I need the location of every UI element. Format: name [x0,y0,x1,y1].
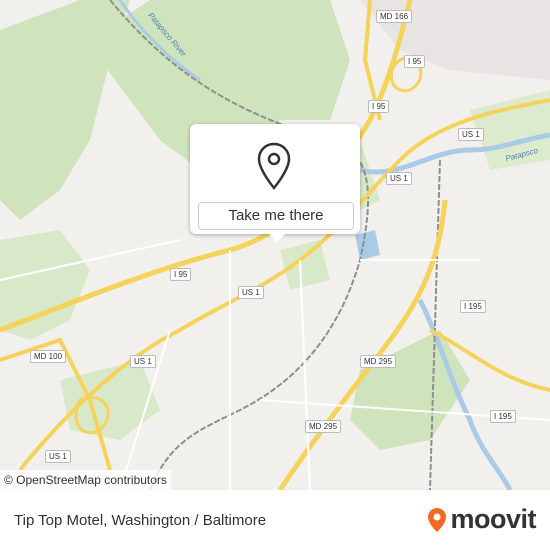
road-shield-md295: MD 295 [360,355,397,368]
location-popup: Take me there [190,124,360,242]
map-canvas[interactable]: MD 166 I 95 I 95 US 1 I 95 US 1 US 1 MD … [0,0,550,490]
park-area [0,0,130,220]
moovit-logo[interactable]: moovit [427,504,536,535]
footer-bar: Tip Top Motel, Washington / Baltimore mo… [0,490,550,550]
road-shield-md166: MD 166 [376,10,413,23]
road-shield-us1: US 1 [238,286,264,299]
popup-tail [269,234,285,242]
take-me-there-button[interactable]: Take me there [198,202,354,230]
park-area [350,330,470,450]
water-body [355,230,380,260]
map-attribution[interactable]: © OpenStreetMap contributors [0,470,171,490]
map-widget: MD 166 I 95 I 95 US 1 I 95 US 1 US 1 MD … [0,0,550,550]
road-shield-us1: US 1 [458,128,484,141]
road-shield-i195: I 195 [490,410,516,423]
place-name: Tip Top Motel, Washington / Baltimore [14,512,267,529]
road-shield-md100: MD 100 [30,350,67,363]
road-shield-us1: US 1 [386,172,412,185]
road-shield-us1: US 1 [130,355,156,368]
road-shield-md295: MD 295 [305,420,342,433]
road-shield-i95: I 95 [170,268,192,281]
map-pin-icon [257,142,291,190]
moovit-wordmark: moovit [450,504,536,534]
road-shield-i95: I 95 [368,100,390,113]
moovit-pin-icon [428,507,447,532]
road-shield-i195: I 195 [460,300,486,313]
park-area [280,240,330,290]
road-shield-i95: I 95 [404,55,426,68]
road-shield-us1: US 1 [45,450,71,463]
map-base-layer [0,0,550,490]
